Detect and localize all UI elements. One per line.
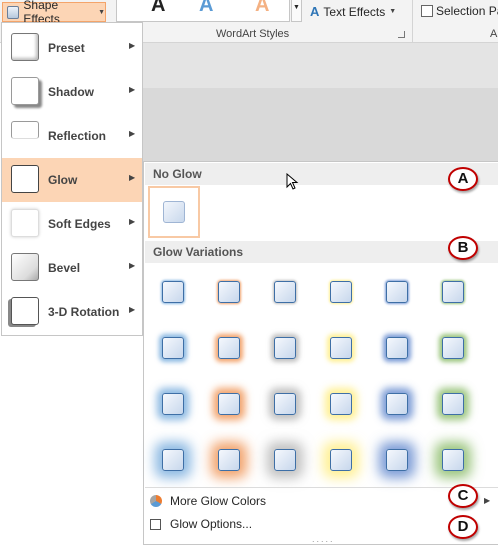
chevron-right-icon: ▶ (129, 173, 136, 182)
glow-variation-option[interactable] (330, 281, 352, 303)
shadow-icon (11, 77, 39, 105)
glow-variation-option[interactable] (218, 393, 240, 415)
text-effects-icon: A (310, 4, 320, 19)
gallery-more-button[interactable]: ▼ (291, 0, 302, 22)
chevron-right-icon: ▶ (129, 305, 136, 314)
glow-variation-option[interactable] (386, 393, 408, 415)
preset-icon (11, 33, 39, 61)
menu-item-label: Reflection (48, 129, 107, 143)
chevron-down-icon: ▼ (98, 8, 105, 16)
more-glow-colors-item[interactable]: More Glow Colors (150, 494, 266, 508)
3d-rotation-icon (11, 297, 39, 325)
chevron-down-icon: ▼ (389, 8, 397, 15)
glow-variation-option[interactable] (442, 449, 464, 471)
group-label-wordart: WordArt Styles (216, 28, 290, 40)
glow-variation-option[interactable] (442, 281, 464, 303)
glow-variation-option[interactable] (386, 281, 408, 303)
dialog-launcher-icon[interactable] (398, 31, 405, 38)
menu-item-soft-edges[interactable]: Soft Edges ▶ (2, 202, 142, 246)
menu-item-bevel[interactable]: Bevel ▶ (2, 246, 142, 290)
glow-variation-option[interactable] (162, 337, 184, 359)
menu-item-3d-rotation[interactable]: 3-D Rotation ▶ (2, 290, 142, 334)
glow-variation-option[interactable] (162, 281, 184, 303)
wordart-gallery[interactable]: A A A (116, 0, 290, 22)
glow-variation-option[interactable] (274, 337, 296, 359)
menu-item-label: Glow (48, 173, 78, 187)
glow-options-label: Glow Options... (170, 517, 253, 531)
wordart-style-3[interactable]: A (255, 0, 269, 17)
color-wheel-icon (150, 495, 162, 507)
selection-pane-icon (421, 5, 433, 17)
glow-variation-option[interactable] (274, 393, 296, 415)
mouse-pointer-icon (286, 173, 299, 190)
chevron-right-icon: ▶ (484, 496, 491, 505)
shape-effects-icon (7, 5, 20, 19)
chevron-right-icon: ▶ (129, 41, 136, 50)
group-divider (412, 0, 413, 43)
glow-variation-option[interactable] (330, 393, 352, 415)
menu-item-label: Shadow (48, 85, 95, 99)
glow-variation-option[interactable] (330, 337, 352, 359)
glow-submenu: No Glow Glow Variations More Glow Colors… (143, 161, 498, 545)
callout-d: D (448, 515, 478, 539)
glow-variation-option[interactable] (162, 393, 184, 415)
glow-variation-option[interactable] (442, 337, 464, 359)
group-label-arrange: A (490, 28, 498, 40)
text-effects-label: Text Effects (323, 4, 386, 19)
glow-variation-option[interactable] (274, 449, 296, 471)
glow-variation-option[interactable] (218, 337, 240, 359)
document-background-light (143, 43, 498, 88)
shape-effects-button[interactable]: Shape Effects ▼ (2, 0, 106, 26)
glow-variation-option[interactable] (330, 449, 352, 471)
text-effects-button[interactable]: A Text Effects ▼ (310, 4, 396, 19)
glow-variation-option[interactable] (386, 449, 408, 471)
bevel-icon (11, 253, 39, 281)
menu-item-label: Soft Edges (48, 217, 111, 231)
callout-c: C (448, 484, 478, 508)
menu-item-label: Bevel (48, 261, 81, 275)
menu-item-label: Preset (48, 41, 85, 55)
shape-effects-menu: Preset ▶ Shadow ▶ Reflection ▶ Glow ▶ So… (1, 22, 143, 336)
no-glow-preview-icon (163, 201, 185, 223)
chevron-right-icon: ▶ (129, 217, 136, 226)
menu-item-preset[interactable]: Preset ▶ (2, 26, 142, 70)
menu-item-glow[interactable]: Glow ▶ (2, 158, 142, 202)
no-glow-option[interactable] (148, 186, 200, 238)
wordart-style-1[interactable]: A (151, 0, 165, 17)
checkbox-icon (150, 518, 161, 530)
callout-a: A (448, 167, 478, 191)
menu-item-reflection[interactable]: Reflection ▶ (2, 114, 142, 158)
glow-variation-option[interactable] (218, 449, 240, 471)
glow-variation-option[interactable] (442, 393, 464, 415)
glow-options-item[interactable]: Glow Options... (150, 517, 252, 531)
glow-variation-option[interactable] (274, 281, 296, 303)
menu-item-shadow[interactable]: Shadow ▶ (2, 70, 142, 114)
selection-pane-label: Selection Pa (436, 4, 498, 18)
menu-separator (145, 487, 498, 488)
more-glow-colors-label: More Glow Colors (170, 494, 267, 508)
soft-edges-icon (11, 209, 39, 237)
glow-variation-option[interactable] (162, 449, 184, 471)
wordart-style-2[interactable]: A (199, 0, 213, 17)
callout-b: B (448, 236, 478, 260)
selection-pane-button[interactable]: Selection Pa (421, 4, 498, 18)
glow-variations-heading: Glow Variations (145, 241, 498, 263)
chevron-right-icon: ▶ (129, 85, 136, 94)
no-glow-heading: No Glow (145, 163, 498, 185)
glow-icon (11, 165, 39, 193)
resize-grip[interactable]: ..... (312, 534, 335, 544)
chevron-right-icon: ▶ (129, 129, 136, 138)
reflection-icon (11, 121, 39, 139)
glow-variation-option[interactable] (386, 337, 408, 359)
glow-variation-option[interactable] (218, 281, 240, 303)
chevron-right-icon: ▶ (129, 261, 136, 270)
menu-item-label: 3-D Rotation (48, 305, 120, 319)
